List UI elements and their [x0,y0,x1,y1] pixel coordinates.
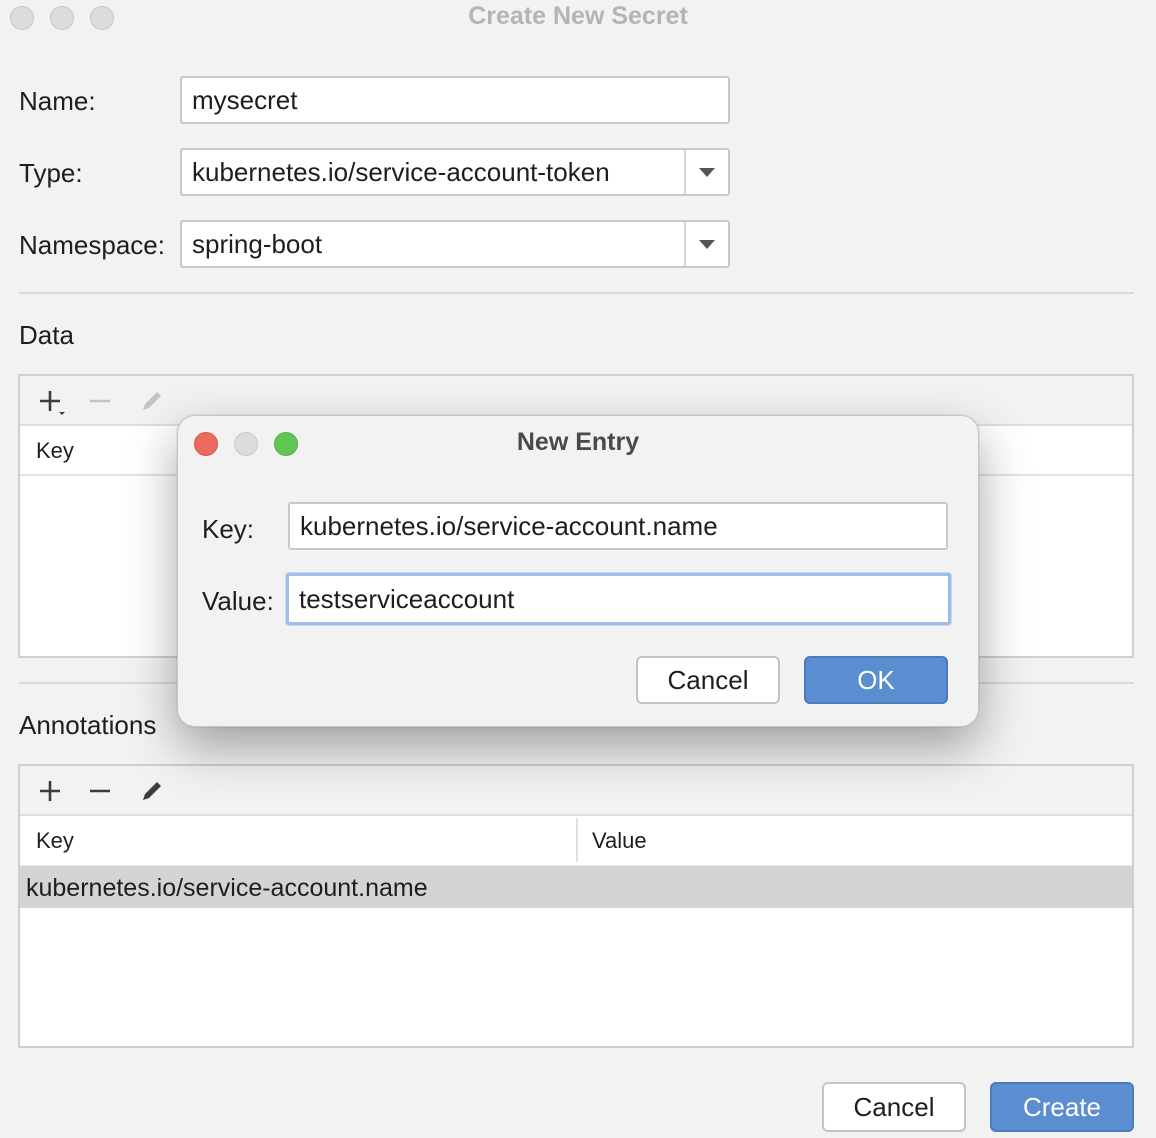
annotations-section-title: Annotations [19,710,157,740]
separator [19,292,1134,294]
name-label: Name: [19,86,96,116]
entry-key-value: kubernetes.io/service-account.name [300,510,718,541]
type-select[interactable]: kubernetes.io/service-account-token [180,148,730,196]
data-section-title: Data [19,320,74,350]
annotations-table-header: Key Value [20,816,1132,866]
remove-icon[interactable] [82,383,118,419]
name-input[interactable]: mysecret [180,76,730,124]
ok-button[interactable]: OK [804,656,948,704]
type-dropdown-arrow[interactable] [684,150,728,194]
entry-key-input[interactable]: kubernetes.io/service-account.name [288,502,948,550]
dropdown-arrow-icon [699,239,715,249]
add-icon[interactable] [32,773,68,809]
new-entry-dialog: New Entry Key: kubernetes.io/service-acc… [177,415,979,727]
cancel-button[interactable]: Cancel [822,1082,966,1132]
namespace-label: Namespace: [19,230,165,260]
data-key-column-header: Key [36,438,74,463]
row-key-cell: kubernetes.io/service-account.name [26,874,428,902]
entry-value-input[interactable]: testserviceaccount [286,573,951,625]
edit-icon[interactable] [134,383,170,419]
create-button[interactable]: Create [990,1082,1134,1132]
window-title: Create New Secret [468,2,688,30]
add-icon[interactable] [32,383,68,419]
annotations-toolbar [20,766,1132,816]
dropdown-arrow-icon [699,167,715,177]
dialog-title: New Entry [516,428,640,456]
type-select-value: kubernetes.io/service-account-token [192,156,610,187]
dialog-cancel-button[interactable]: Cancel [636,656,780,704]
edit-icon[interactable] [134,773,170,809]
entry-key-label: Key: [202,514,255,544]
remove-icon[interactable] [82,773,118,809]
entry-value-label: Value: [202,586,274,616]
namespace-select-value: spring-boot [192,228,323,259]
namespace-dropdown-arrow[interactable] [684,222,728,266]
annotations-table-panel: Key Value kubernetes.io/service-account.… [18,764,1134,1048]
annotations-value-column-header: Value [592,828,647,853]
type-label: Type: [19,158,83,188]
name-input-value: mysecret [192,84,298,115]
column-divider [576,818,578,862]
entry-value-value: testserviceaccount [299,583,515,614]
namespace-select[interactable]: spring-boot [180,220,730,268]
table-row[interactable]: kubernetes.io/service-account.name [20,866,1132,908]
annotations-key-column-header: Key [36,828,74,853]
